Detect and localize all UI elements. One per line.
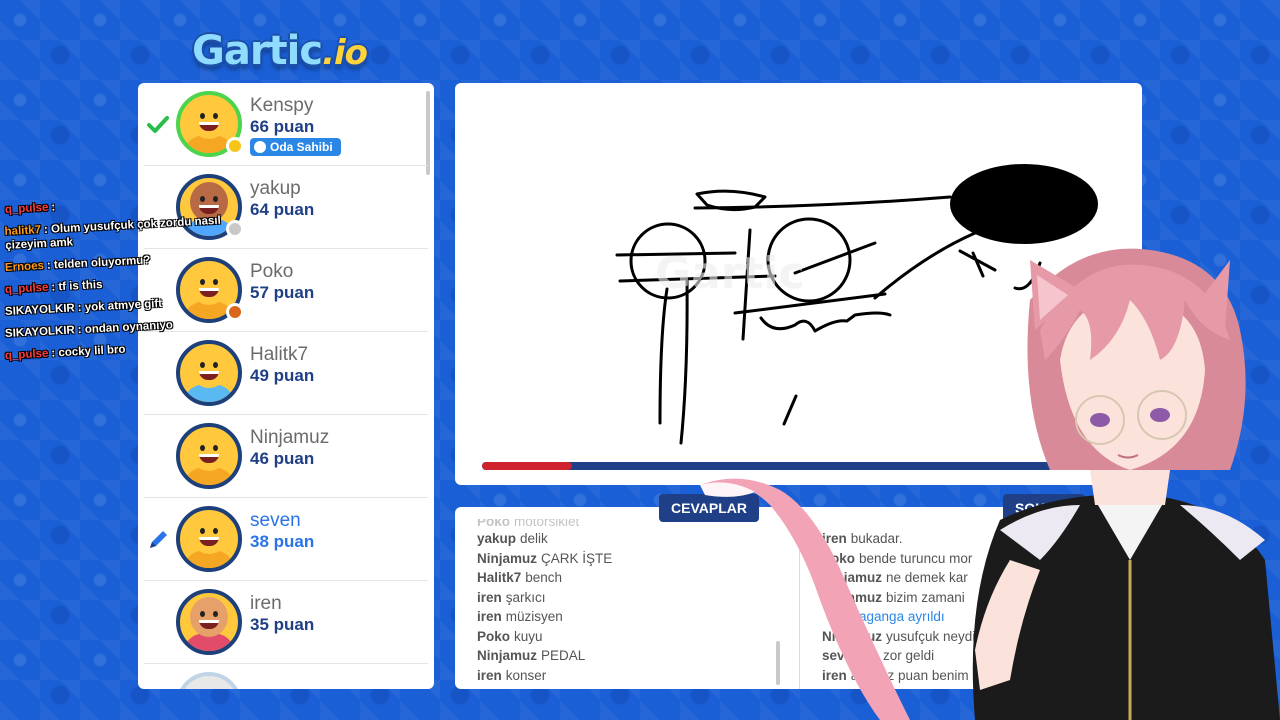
player-avatar xyxy=(176,672,242,689)
chat-message: Ninjamuz ne demek kar xyxy=(822,570,968,585)
player-score: 38 puan xyxy=(250,532,315,551)
player-avatar xyxy=(176,589,242,655)
player-name: Halitk7 xyxy=(250,344,309,365)
answers-panel: Poko motorsiklet yakup delik Ninjamuz ÇARK İŞ… xyxy=(455,507,799,689)
owner-icon xyxy=(254,141,266,153)
stream-chat-message: q_pulse: tf is this xyxy=(4,278,103,296)
drawing-canvas[interactable]: Gartic xyxy=(455,83,1142,485)
player-name: Kenspy xyxy=(250,95,314,116)
chat-message: Ninjamuz yusufçuk neydi xyxy=(822,628,976,644)
round-timer-fill xyxy=(482,462,572,470)
player-score: 49 puan xyxy=(250,366,315,385)
player-row[interactable] xyxy=(144,664,428,689)
stream-chat-message: SIKAYOLKIR: ondan oynanıyo xyxy=(4,319,174,340)
player-name: iren xyxy=(250,593,282,614)
answers-list: Poko motorsiklet yakup delik Ninjamuz ÇARK İŞ… xyxy=(477,519,612,685)
chat-message: Ninjamuz bizim zamani xyxy=(822,589,965,605)
answer-message: Ninjamuz ÇARK İŞTE xyxy=(477,550,613,566)
chat-tab[interactable]: SOHBET xyxy=(1003,494,1086,522)
answer-message: Ninjamuz PEDAL xyxy=(477,648,586,663)
player-name: seven xyxy=(250,510,301,531)
pencil-icon xyxy=(150,531,167,548)
player-score: 35 puan xyxy=(250,615,315,634)
chat-message: iren bukadar. xyxy=(822,531,903,546)
player-name: Poko xyxy=(250,261,294,282)
player-avatar xyxy=(176,423,242,489)
player-row[interactable]: Ninjamuz 46 puan xyxy=(144,415,428,498)
answer-message: iren konser xyxy=(477,667,547,683)
stream-chat-overlay: q_pulse: halitk7: Olum yusufçuk çok zordu… xyxy=(4,201,245,371)
answers-scrollbar[interactable] xyxy=(776,641,780,685)
player-row[interactable]: Kenspy 66 puan Oda Sahibi xyxy=(144,83,428,166)
player-row[interactable]: seven 38 puan xyxy=(144,498,428,581)
stream-chat-message: halitk7: Olum yusufçuk çok zordu nasıl ç… xyxy=(4,214,222,252)
stream-chat-message: Ernoes: telden oluyormu? xyxy=(4,254,151,274)
check-icon xyxy=(147,116,169,133)
player-row[interactable]: iren 35 puan xyxy=(144,581,428,664)
chat-message: Gangaganga ayrıldı xyxy=(826,609,945,624)
answer-message: iren şarkıcı xyxy=(477,589,546,605)
stream-chat-message: SIKAYOLKIR: yok atmye gift xyxy=(4,297,163,318)
gartic-logo: Gartic.io xyxy=(192,28,368,74)
answer-message: Poko kuyu xyxy=(477,628,543,644)
round-timer-bar xyxy=(482,462,1122,470)
answer-message: Poko motorsiklet xyxy=(477,519,580,529)
player-name: Ninjamuz xyxy=(250,427,330,448)
chat-message xyxy=(822,519,975,529)
stream-chat-message: q_pulse: xyxy=(4,201,56,216)
player-score: 64 puan xyxy=(250,200,315,219)
player-score: 46 puan xyxy=(250,449,315,468)
stream-chat-message: q_pulse: cocky lil bro xyxy=(4,343,126,362)
chat-message: iren ayıp az puan benim xyxy=(822,667,969,683)
chat-panel: iren bukadar. Poko bende turuncu mor Ninjamu… xyxy=(799,507,1142,689)
chat-message: Poko bende turuncu mor xyxy=(822,550,973,566)
players-panel: Kenspy 66 puan Oda Sahibi yakup 64 puan … xyxy=(138,83,434,689)
room-owner-badge: Oda Sahibi xyxy=(250,138,341,156)
player-name: yakup xyxy=(250,178,301,199)
svg-text:Gartic: Gartic xyxy=(655,248,805,299)
drawing-strokes: Gartic xyxy=(615,164,1098,445)
player-score: 66 puan xyxy=(250,117,315,136)
chat-message: seven ne zor geldi xyxy=(822,648,935,663)
player-avatar xyxy=(176,506,242,572)
player-status-dot xyxy=(226,137,244,155)
chat-list: iren bukadar. Poko bende turuncu mor Ninjamu… xyxy=(822,519,975,685)
answer-message: iren müzisyen xyxy=(477,609,563,624)
answer-message: Halitk7 bench xyxy=(477,570,563,585)
answers-tab[interactable]: CEVAPLAR xyxy=(659,494,759,522)
player-score: 57 puan xyxy=(250,283,315,302)
answer-message: yakup delik xyxy=(477,531,548,546)
